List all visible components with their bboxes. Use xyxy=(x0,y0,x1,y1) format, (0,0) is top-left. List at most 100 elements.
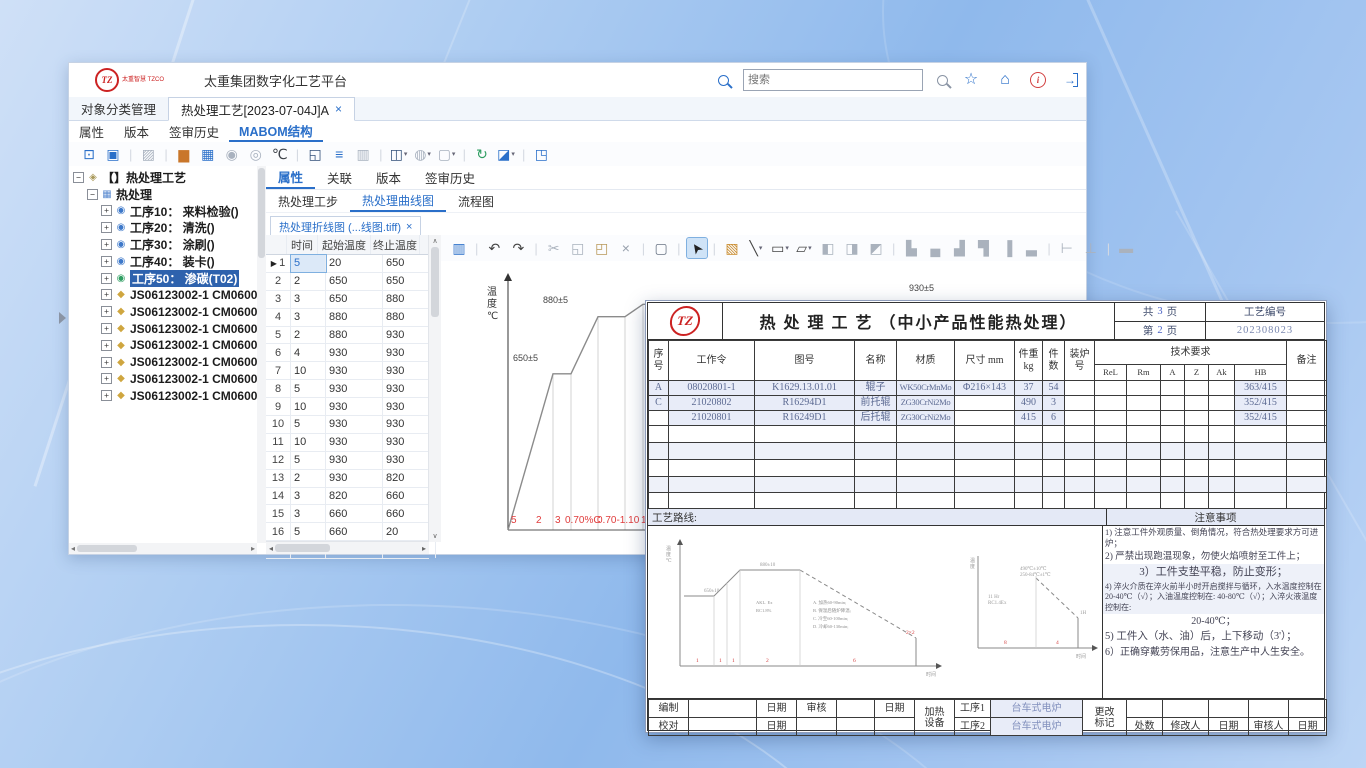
doc-empty-cell[interactable] xyxy=(855,426,897,443)
footer-proof-value[interactable] xyxy=(689,718,757,736)
search-icon[interactable] xyxy=(937,75,948,86)
steps-row[interactable]: ▶ 1520650 xyxy=(266,255,429,273)
detail-tab-3[interactable]: 签审历史 xyxy=(413,166,487,189)
logout-icon[interactable]: → xyxy=(1062,73,1078,87)
align-top-icon[interactable]: ▜ xyxy=(973,238,993,258)
file-menu-icon[interactable]: ▢▾ xyxy=(437,144,457,164)
tree-vertical-scrollbar[interactable] xyxy=(257,166,266,543)
doc-empty-cell[interactable] xyxy=(1161,460,1185,477)
doc-empty-cell[interactable] xyxy=(669,477,755,493)
save-icon[interactable]: ▣ xyxy=(103,144,123,164)
nav-tab-2[interactable]: 签审历史 xyxy=(159,120,229,142)
window-tab-1[interactable]: 热处理工艺[2023-07-04J]A× xyxy=(168,97,355,121)
steps-cell[interactable]: 5 xyxy=(291,523,326,540)
doc-empty-cell[interactable] xyxy=(1043,477,1065,493)
footer-blank-cell[interactable] xyxy=(837,718,875,736)
doc-empty-cell[interactable] xyxy=(669,443,755,460)
doc-empty-cell[interactable] xyxy=(1095,493,1127,509)
tree-expand-icon[interactable]: + xyxy=(101,222,112,233)
steps-cell[interactable]: 880 xyxy=(326,309,383,326)
steps-cell[interactable]: 2 xyxy=(291,273,326,290)
doc-empty-cell[interactable] xyxy=(855,460,897,477)
footer-blank-cell[interactable] xyxy=(1289,700,1327,718)
tree-expand-icon[interactable]: + xyxy=(101,357,112,368)
copy-icon[interactable]: ◱ xyxy=(568,238,588,258)
doc-empty-cell[interactable] xyxy=(1095,477,1127,493)
doc-empty-cell[interactable] xyxy=(1161,493,1185,509)
steps-row[interactable]: 85930930 xyxy=(266,380,429,398)
steps-row[interactable]: 710930930 xyxy=(266,362,429,380)
tree-item-7[interactable]: +◆JS06123002-1 CM0600011215 xyxy=(69,287,257,304)
doc-empty-cell[interactable] xyxy=(855,443,897,460)
doc-empty-cell[interactable] xyxy=(1235,460,1287,477)
tree-expand-icon[interactable]: + xyxy=(101,340,112,351)
distribute-vertical-icon[interactable]: ⊥ xyxy=(1081,238,1101,258)
doc-empty-cell[interactable] xyxy=(755,443,855,460)
steps-cell[interactable]: 650 xyxy=(326,291,383,308)
doc-empty-cell[interactable] xyxy=(649,426,669,443)
doc-empty-cell[interactable] xyxy=(955,477,1015,493)
image-insert-icon[interactable]: ▧ xyxy=(722,238,742,258)
steps-cell[interactable]: 660 xyxy=(326,523,383,540)
doc-empty-cell[interactable] xyxy=(755,493,855,509)
doc-empty-cell[interactable] xyxy=(1043,426,1065,443)
file-tab[interactable]: 热处理折线图 (...线图.tiff) × xyxy=(270,216,421,237)
doc-empty-cell[interactable] xyxy=(1127,493,1161,509)
footer-blank-cell[interactable] xyxy=(875,718,915,736)
steps-row[interactable]: 22650650 xyxy=(266,273,429,291)
copy-window-icon[interactable]: ◱ xyxy=(305,144,325,164)
steps-cell[interactable]: 10 xyxy=(291,434,326,451)
tree-expand-icon[interactable]: + xyxy=(101,323,112,334)
file-tab-close-icon[interactable]: × xyxy=(406,221,412,233)
steps-cell[interactable]: 20 xyxy=(326,255,383,272)
steps-cell[interactable]: 650 xyxy=(326,273,383,290)
doc-empty-cell[interactable] xyxy=(1287,460,1327,477)
footer-prepared-value[interactable] xyxy=(689,700,757,718)
doc-empty-cell[interactable] xyxy=(649,477,669,493)
tree-expand-icon[interactable]: + xyxy=(101,390,112,401)
footer-blank-cell[interactable] xyxy=(1163,700,1209,718)
doc-empty-cell[interactable] xyxy=(1015,426,1043,443)
tree-expand-icon[interactable]: − xyxy=(73,172,84,183)
steps-cell[interactable]: 930 xyxy=(326,434,383,451)
steps-cell[interactable]: 880 xyxy=(326,327,383,344)
steps-row[interactable]: 52880930 xyxy=(266,327,429,345)
doc-empty-cell[interactable] xyxy=(1095,460,1127,477)
doc-empty-cell[interactable] xyxy=(1043,443,1065,460)
detail-subtab-0[interactable]: 热处理工步 xyxy=(266,190,350,212)
doc-empty-cell[interactable] xyxy=(955,460,1015,477)
documents-icon[interactable]: ◳ xyxy=(531,144,551,164)
database-menu-icon[interactable]: ◫▾ xyxy=(389,144,409,164)
doc-empty-cell[interactable] xyxy=(1209,426,1235,443)
mirror-vertical-icon[interactable]: ◨ xyxy=(842,238,862,258)
doc-empty-cell[interactable] xyxy=(1127,477,1161,493)
tree-expand-icon[interactable]: + xyxy=(101,256,112,267)
steps-row[interactable]: 143820660 xyxy=(266,488,429,506)
map-pin-icon[interactable]: ◉ xyxy=(222,144,242,164)
map-pin-alt-icon[interactable]: ◎ xyxy=(246,144,266,164)
doc-empty-cell[interactable] xyxy=(1209,477,1235,493)
chart-icon[interactable]: ▆ xyxy=(174,144,194,164)
steps-cell[interactable]: 5 xyxy=(291,380,326,397)
nav-tab-0[interactable]: 属性 xyxy=(69,120,114,142)
doc-empty-cell[interactable] xyxy=(955,443,1015,460)
doc-empty-cell[interactable] xyxy=(1185,426,1209,443)
doc-empty-cell[interactable] xyxy=(1209,493,1235,509)
doc-empty-cell[interactable] xyxy=(897,493,955,509)
doc-empty-cell[interactable] xyxy=(1235,443,1287,460)
temperature-icon[interactable]: ℃ xyxy=(270,144,290,164)
doc-empty-cell[interactable] xyxy=(897,460,955,477)
doc-empty-cell[interactable] xyxy=(1235,426,1287,443)
doc-empty-cell[interactable] xyxy=(897,443,955,460)
doc-empty-cell[interactable] xyxy=(1095,443,1127,460)
tree-expand-icon[interactable]: + xyxy=(101,239,112,250)
steps-cell[interactable]: 10 xyxy=(291,362,326,379)
table-edit-icon[interactable]: ▦ xyxy=(198,144,218,164)
doc-empty-cell[interactable] xyxy=(669,426,755,443)
doc-empty-cell[interactable] xyxy=(1065,460,1095,477)
tree-item-9[interactable]: +◆JS06123002-1 CM0600011215 xyxy=(69,320,257,337)
doc-empty-cell[interactable] xyxy=(1185,460,1209,477)
steps-vertical-scrollbar[interactable]: ∧∨ xyxy=(428,235,441,542)
tree-item-2[interactable]: +◉工序10： 来料检验() xyxy=(69,203,257,220)
steps-cell[interactable]: 930 xyxy=(326,398,383,415)
